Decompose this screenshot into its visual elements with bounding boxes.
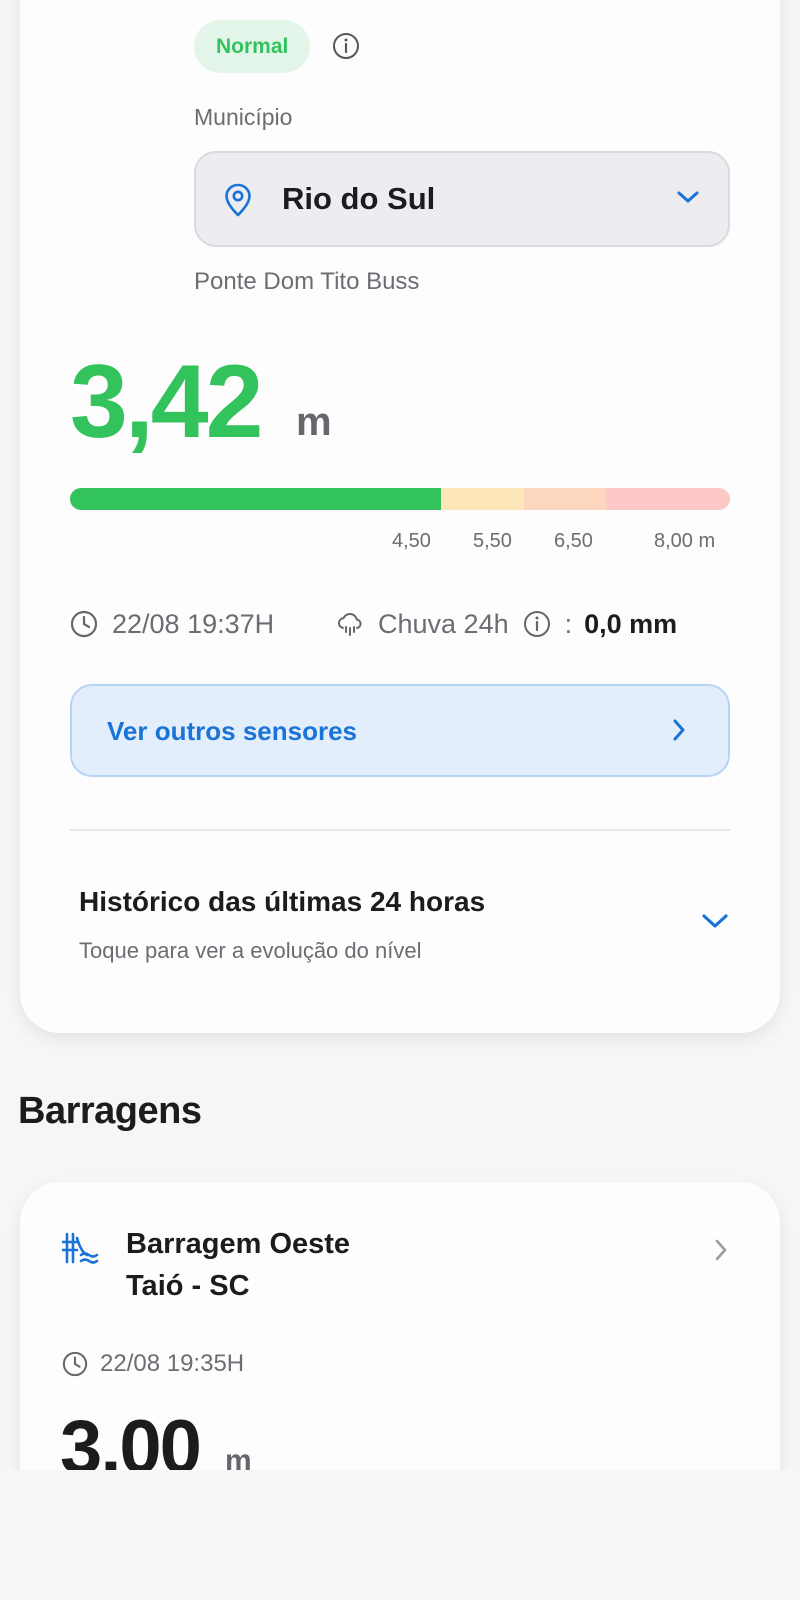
tick-label: 8,00 m	[654, 530, 716, 552]
chevron-down-icon	[676, 189, 700, 210]
history-title: Histórico das últimas 24 horas	[79, 886, 486, 917]
dam-icon	[61, 1230, 102, 1271]
dam-name: Barragem Oeste	[126, 1228, 351, 1260]
chevron-right-icon	[712, 1236, 730, 1269]
rain-label: Chuva 24h	[378, 608, 509, 639]
history-subtitle: Toque para ver a evolução do nível	[79, 938, 422, 963]
level-bar-segment-3	[523, 488, 607, 510]
other-sensors-button[interactable]: Ver outros sensores	[70, 684, 730, 777]
blank-area	[0, 1470, 800, 1600]
river-level-value: 3,42	[70, 344, 263, 460]
station-name: Ponte Dom Tito Buss	[194, 268, 420, 295]
municipio-label: Município	[194, 104, 293, 130]
dam-timestamp: 22/08 19:35H	[62, 1350, 244, 1378]
dam-city: Taió - SC	[126, 1270, 250, 1302]
dam-level-value: 3,00	[60, 1405, 202, 1471]
municipio-value: Rio do Sul	[282, 181, 436, 216]
dam-level-unit: m	[225, 1444, 252, 1470]
timestamp-text: 22/08 19:37H	[112, 608, 275, 639]
dam-timestamp-text: 22/08 19:35H	[100, 1350, 245, 1377]
location-pin-icon	[224, 183, 252, 222]
sensor-timestamp: 22/08 19:37H	[70, 604, 274, 644]
section-divider	[70, 829, 730, 831]
sensor-card-content: Normal Município Rio do Sul Ponte Dom Ti…	[20, 0, 780, 1033]
rain-value: 0,0 mm	[584, 608, 678, 639]
chevron-down-icon	[701, 912, 729, 935]
level-progress-bar	[70, 488, 730, 510]
history-expander[interactable]: Histórico das últimas 24 horas Toque par…	[79, 876, 729, 986]
river-level-unit: m	[296, 400, 332, 444]
sensor-meta-row: 22/08 19:37H Chuva 24h: 0,0 mm	[70, 604, 770, 644]
clock-icon	[70, 610, 98, 638]
status-badge: Normal	[194, 20, 311, 73]
dam-card[interactable]: Barragem Oeste Taió - SC 22/08 19:35H 3,…	[20, 1182, 780, 1470]
app-viewport: Normal Município Rio do Sul Ponte Dom Ti…	[0, 0, 800, 1470]
rain-cloud-icon	[336, 610, 364, 638]
level-bar-segment-2	[441, 488, 524, 510]
other-sensors-label: Ver outros sensores	[107, 716, 357, 746]
dams-section-title: Barragens	[18, 1090, 202, 1132]
rain-separator: :	[564, 608, 573, 639]
status-info-icon[interactable]	[331, 31, 361, 61]
level-bar-segment-1	[70, 488, 442, 510]
chevron-right-icon	[670, 716, 688, 749]
rain-info-icon[interactable]	[523, 610, 551, 638]
tick-label: 5,50	[473, 530, 512, 552]
tick-label: 4,50	[392, 530, 431, 552]
level-bar-segment-4	[606, 488, 730, 510]
rain-24h: Chuva 24h : 0,0 mm	[336, 604, 677, 644]
tick-label: 6,50	[554, 530, 593, 552]
clock-icon	[62, 1351, 88, 1377]
municipio-select[interactable]: Rio do Sul	[194, 151, 730, 247]
river-sensor-card: Normal Município Rio do Sul Ponte Dom Ti…	[20, 0, 780, 1033]
